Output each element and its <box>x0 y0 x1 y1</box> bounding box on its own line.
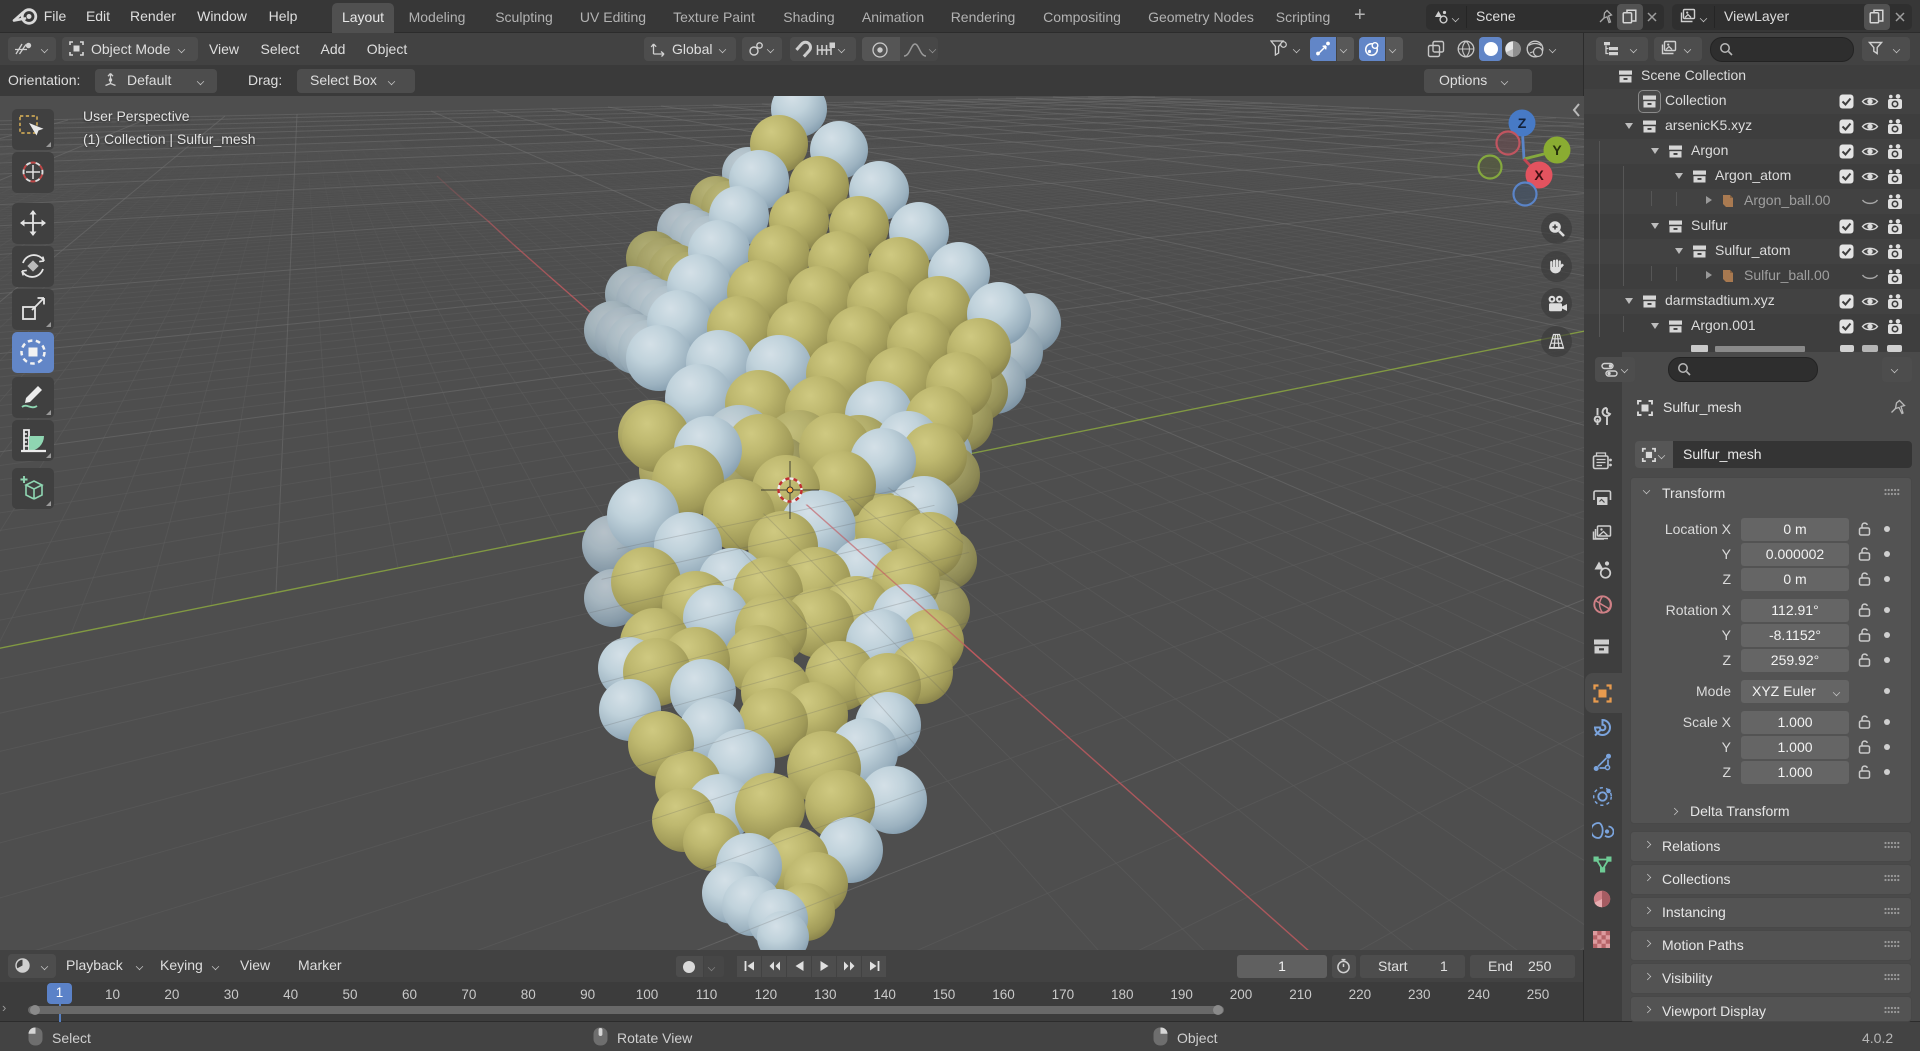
svg-text:X: X <box>1534 167 1544 183</box>
svg-text:Z: Z <box>1518 115 1527 131</box>
svg-text:Y: Y <box>1552 142 1562 158</box>
